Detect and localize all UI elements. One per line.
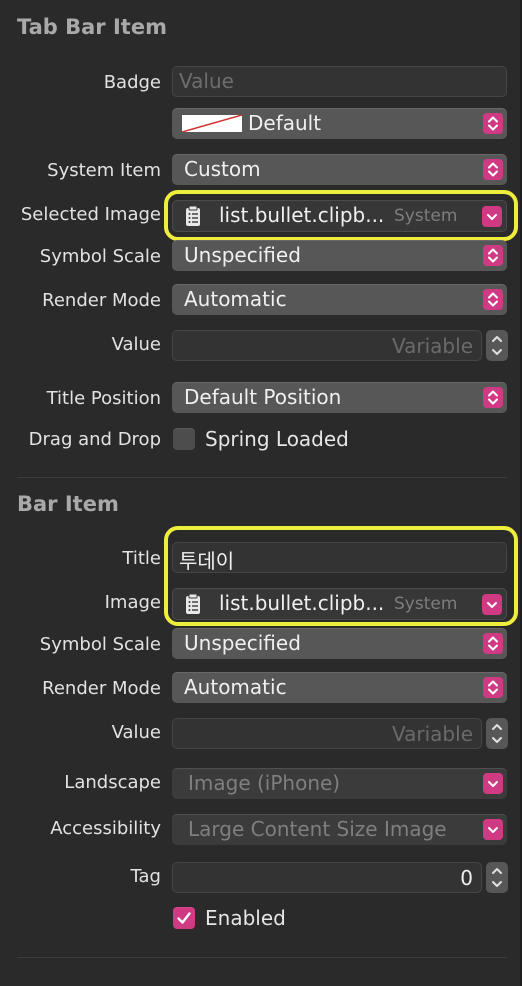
accessibility-popup[interactable]: Large Content Size Image bbox=[172, 814, 507, 845]
value-field[interactable]: Variable bbox=[172, 718, 482, 749]
badge-field[interactable]: Value bbox=[172, 66, 507, 97]
section-title-bar-item: Bar Item bbox=[17, 492, 119, 516]
render-mode-value: Automatic bbox=[184, 287, 287, 311]
tag-label: Tag bbox=[130, 866, 161, 887]
drag-and-drop-label: Drag and Drop bbox=[28, 429, 161, 450]
title-position-label: Title Position bbox=[46, 388, 161, 409]
symbol-scale-popup[interactable]: Unspecified bbox=[172, 240, 507, 271]
updown-chevron-icon bbox=[483, 245, 503, 266]
value-label: Value bbox=[111, 334, 161, 355]
value-placeholder: Variable bbox=[392, 722, 473, 746]
selected-image-label: Selected Image bbox=[20, 204, 161, 225]
tag-stepper[interactable] bbox=[486, 862, 508, 893]
tag-value: 0 bbox=[460, 866, 473, 890]
system-item-popup[interactable]: Custom bbox=[172, 154, 507, 185]
enabled-label[interactable]: Enabled bbox=[205, 906, 286, 930]
symbol-scale-popup[interactable]: Unspecified bbox=[172, 628, 507, 659]
landscape-popup[interactable]: Image (iPhone) bbox=[172, 768, 507, 799]
value-stepper[interactable] bbox=[486, 330, 508, 361]
render-mode-value: Automatic bbox=[184, 675, 287, 699]
section-title-tab-bar-item: Tab Bar Item bbox=[17, 15, 167, 39]
chevron-down-icon bbox=[483, 773, 503, 794]
color-swatch bbox=[182, 115, 242, 132]
landscape-label: Landscape bbox=[64, 772, 161, 793]
updown-chevron-icon bbox=[483, 387, 503, 408]
updown-chevron-icon bbox=[483, 113, 503, 134]
badge-placeholder: Value bbox=[179, 69, 234, 93]
spring-loaded-label[interactable]: Spring Loaded bbox=[205, 427, 349, 451]
accessibility-value: Large Content Size Image bbox=[188, 817, 447, 841]
updown-chevron-icon bbox=[483, 159, 503, 180]
badge-label: Badge bbox=[103, 72, 161, 93]
checkmark-icon bbox=[177, 912, 191, 924]
render-mode-popup[interactable]: Automatic bbox=[172, 284, 507, 315]
badge-color-popup[interactable]: Default bbox=[172, 108, 507, 139]
section-divider bbox=[17, 477, 507, 478]
title-position-popup[interactable]: Default Position bbox=[172, 382, 507, 413]
symbol-scale-value: Unspecified bbox=[184, 243, 301, 267]
render-mode-label: Render Mode bbox=[42, 678, 161, 699]
render-mode-label: Render Mode bbox=[42, 290, 161, 311]
symbol-scale-label: Symbol Scale bbox=[39, 634, 161, 655]
spring-loaded-checkbox[interactable] bbox=[173, 428, 195, 450]
tag-field[interactable]: 0 bbox=[172, 862, 482, 893]
value-placeholder: Variable bbox=[392, 334, 473, 358]
updown-chevron-icon bbox=[483, 677, 503, 698]
landscape-value: Image (iPhone) bbox=[188, 771, 341, 795]
symbol-scale-label: Symbol Scale bbox=[39, 246, 161, 267]
enabled-checkbox[interactable] bbox=[173, 907, 195, 929]
highlight-outline bbox=[164, 526, 518, 626]
render-mode-popup[interactable]: Automatic bbox=[172, 672, 507, 703]
system-item-label: System Item bbox=[47, 160, 161, 181]
value-field[interactable]: Variable bbox=[172, 330, 482, 361]
value-label: Value bbox=[111, 722, 161, 743]
value-stepper[interactable] bbox=[486, 718, 508, 749]
title-position-value: Default Position bbox=[184, 385, 342, 409]
accessibility-label: Accessibility bbox=[50, 818, 161, 839]
updown-chevron-icon bbox=[483, 633, 503, 654]
section-divider bbox=[17, 957, 507, 958]
highlight-outline bbox=[164, 190, 518, 241]
image-label: Image bbox=[104, 592, 161, 613]
title-label: Title bbox=[122, 548, 161, 569]
symbol-scale-value: Unspecified bbox=[184, 631, 301, 655]
updown-chevron-icon bbox=[483, 289, 503, 310]
badge-color-value: Default bbox=[248, 111, 322, 135]
system-item-value: Custom bbox=[184, 157, 261, 181]
chevron-down-icon bbox=[483, 819, 503, 840]
